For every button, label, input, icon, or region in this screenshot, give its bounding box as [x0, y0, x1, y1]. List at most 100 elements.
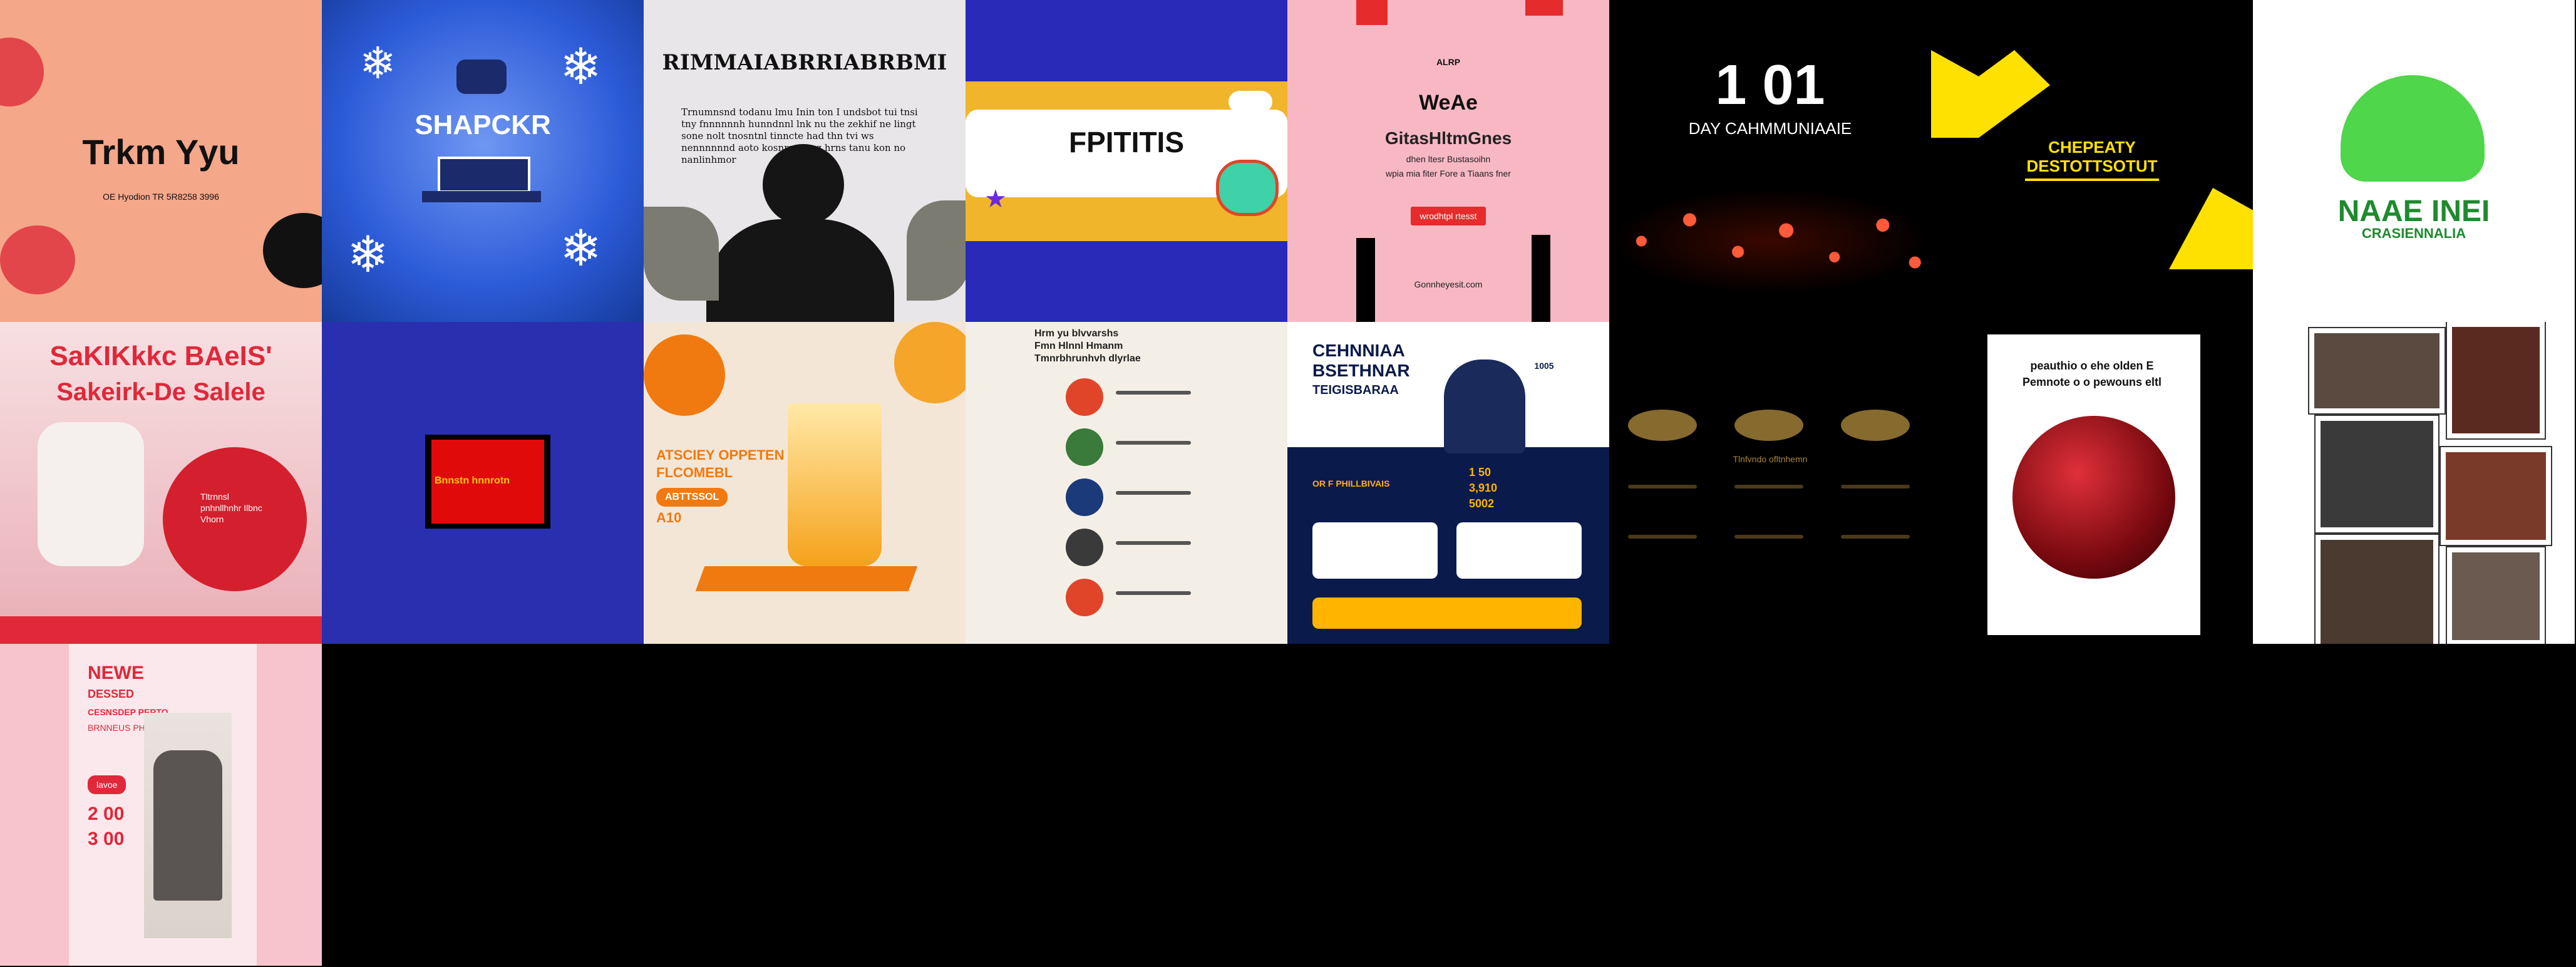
template-colorful-banner[interactable]: FPITITIS ★: [966, 0, 1287, 322]
badge: 1005: [1525, 347, 1563, 385]
info-card: [1456, 522, 1582, 579]
stat-number: 5002: [1469, 497, 1495, 510]
template-countdown-lights[interactable]: 1 01 DAY CAHMMUNIAAIE: [1609, 0, 1931, 322]
corner-shape: [1356, 0, 1388, 25]
floor-band: [0, 616, 322, 644]
text-line: [1841, 485, 1910, 489]
text-line: [1734, 535, 1803, 539]
tile-title: NEWE: [88, 663, 144, 683]
tile-label: OR F PHILLBIVAIS: [1312, 478, 1390, 489]
tile-title: SHAPCKR: [415, 110, 551, 140]
photo-frame: [2309, 328, 2445, 413]
string-lights-image: [1609, 188, 1931, 294]
person-icon: [1066, 428, 1103, 466]
tile-subtitle: Fmn Hlnnl Hmanm: [1034, 341, 1123, 351]
photo-frame: [2447, 547, 2545, 644]
tile-subtitle: BSETHNAR: [1312, 361, 1410, 380]
template-blue-card[interactable]: Bnnstn hnnrotn: [322, 322, 644, 644]
photo-frame: [2316, 416, 2438, 532]
tile-title: SaKIKkkc BAeIS': [49, 341, 272, 371]
person-icon: [1066, 478, 1103, 516]
juice-glass-image: [788, 403, 882, 566]
tile-subtitle: Pemnote o o pewouns eltl: [2022, 376, 2162, 388]
tile-cta: A10: [656, 510, 682, 525]
text-line: [1116, 441, 1191, 445]
snowflake-icon: ❄: [347, 227, 389, 282]
template-silhouette-story[interactable]: RIMMAIABRRIABRBMI Trnumnsnd todanu lmu I…: [644, 0, 966, 322]
text-line: [1116, 391, 1191, 395]
mascot-icon: [456, 59, 507, 94]
text-line: [1734, 485, 1803, 489]
photo-frame: [2316, 535, 2438, 644]
text-line: [1116, 591, 1191, 595]
template-dark-menu[interactable]: Tlnfvndo ofltnhemn: [1609, 322, 1931, 644]
template-red-sphere[interactable]: peauthio o ehe olden E Pemnote o o pewou…: [1931, 322, 2253, 644]
tile-title: NAAE INEI: [2337, 195, 2490, 228]
snowflake-icon: ❄: [560, 39, 602, 95]
tile-small-text: Tltrnnsl pnhnllhnhr Ilbnc Vhorn: [200, 492, 262, 524]
tile-small-text: BRNNEUS PHO: [88, 723, 152, 733]
red-blob-shape: [0, 225, 75, 294]
price-button[interactable]: ABTTSSOL: [656, 488, 728, 507]
template-fashion-sale[interactable]: NEWE DESSED CESNSDEP PERTO BRNNEUS PHO l…: [0, 644, 322, 966]
tile-subtitle: OE Hyodion TR 5R8258 3996: [103, 192, 219, 202]
template-infographic[interactable]: Hrm yu blvvarshs Fmn Hlnnl Hmanm Tmnrbhr…: [966, 322, 1287, 644]
tile-footer: Gonnheyesit.com: [1414, 279, 1483, 289]
leaf-shape: [907, 200, 966, 301]
person-icon: [1066, 378, 1103, 416]
gold-ornament: [1841, 410, 1910, 441]
tile-big-number: 1 01: [1715, 54, 1825, 116]
coat-shape: [153, 750, 222, 901]
tile-subtitle: GitasHltmGnes: [1384, 128, 1512, 148]
template-seminar[interactable]: CEHNNIAA BSETHNAR TEIGISBARAA 1005 OR F …: [1287, 322, 1609, 644]
template-yellow-deco[interactable]: CHEPEATY DESTOTTSOTUT: [1931, 0, 2253, 322]
tile-kicker: ALRP: [1436, 57, 1461, 67]
red-sphere-image: [2012, 416, 2175, 579]
template-thank-you[interactable]: Trkm Yyu OE Hyodion TR 5R8258 3996: [0, 0, 322, 322]
tray-shape: [695, 566, 918, 591]
tile-tag: TEIGISBARAA: [1312, 383, 1399, 397]
cta-button[interactable]: wrodhtpl rtesst: [1411, 207, 1486, 225]
tile-title: RIMMAIABRRIABRBMI: [662, 50, 947, 75]
person-silhouette-icon: [763, 144, 844, 225]
tile-banner: [422, 191, 541, 202]
template-photo-collage[interactable]: [2253, 322, 2575, 644]
tile-title: FPITITIS: [1069, 126, 1184, 158]
photo-frame: [2441, 447, 2551, 545]
red-blob-shape: [0, 38, 44, 106]
template-pink-gift[interactable]: ALRP WeAe GitasHltmGnes dhen ltesr Busta…: [1287, 0, 1609, 322]
template-skincare-sale[interactable]: SaKIKkkc BAeIS' Sakeirk-De Salele Tltrnn…: [0, 322, 322, 644]
tile-title: ATSCIEY OPPETEN: [656, 447, 785, 463]
info-card: [1312, 522, 1438, 579]
template-winter-shop[interactable]: ❄ ❄ ❄ ❄ SHAPCKR: [322, 0, 644, 322]
cloud-icon: [1229, 91, 1272, 113]
gold-ornament: [1734, 410, 1803, 441]
corner-shape: [1525, 0, 1563, 16]
yellow-shape: [2169, 188, 2253, 269]
tile-title: Bnnstn hnnrotn: [435, 475, 510, 486]
template-juice-promo[interactable]: ATSCIEY OPPETEN FLCOMEBL ABTTSSOL A10: [644, 322, 966, 644]
tile-subtitle: Sakeirk-De Salele: [56, 378, 265, 406]
pill-button[interactable]: lavoe: [88, 775, 126, 794]
cta-bar[interactable]: [1312, 597, 1582, 629]
tile-title: peauthio o ehe olden E: [2030, 359, 2154, 372]
divider: [2025, 178, 2159, 181]
yellow-shape: [1931, 50, 2050, 138]
template-gallery: Trkm Yyu OE Hyodion TR 5R8258 3996 ❄ ❄ ❄…: [0, 0, 2576, 967]
tile-title: WeAe: [1419, 91, 1478, 115]
tile-tagline: Tmnrbhrunhvh dlyrlae: [1034, 353, 1141, 364]
stat-number: 1 50: [1469, 466, 1492, 478]
price-new: 3 00: [88, 829, 125, 849]
speaker-photo: [1444, 359, 1525, 453]
product-bottle-image: [38, 422, 144, 566]
snowflake-icon: ❄: [359, 39, 396, 88]
tile-tiny-text: wpia mia fiter Fore a Tiaans fner: [1386, 168, 1511, 178]
leaf-logo-icon: [2341, 75, 2485, 182]
tile-subtitle: DESSED: [88, 688, 135, 700]
shop-icon: [438, 157, 530, 193]
tile-title: Hrm yu blvvarshs: [1034, 328, 1119, 339]
tile-title: Tlnfvndo ofltnhemn: [1733, 454, 1808, 464]
text-line: [1628, 485, 1697, 489]
template-green-logo[interactable]: NAAE INEI CRASIENNALIA: [2253, 0, 2575, 322]
text-line: [1116, 541, 1191, 545]
